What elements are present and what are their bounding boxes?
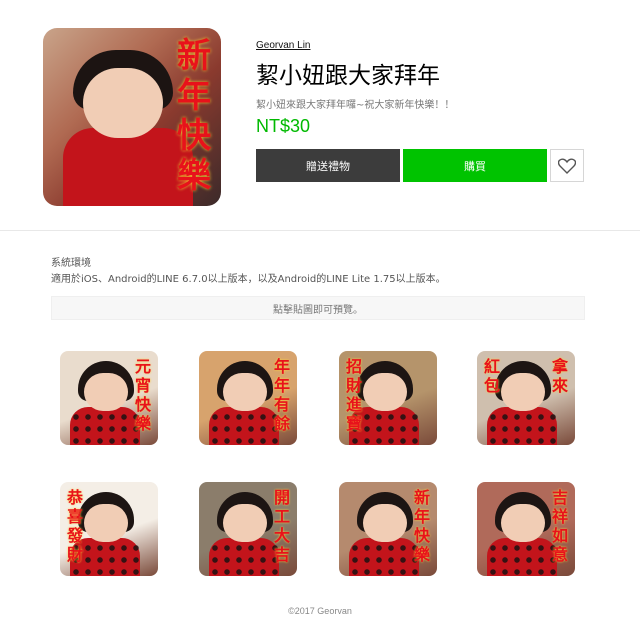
sticker-caption-right: 新年快樂	[413, 488, 430, 564]
sticker-face	[501, 373, 545, 411]
sticker-7[interactable]: 新年快樂	[339, 482, 437, 576]
sticker-face	[363, 504, 407, 542]
product-title: 絜小妞跟大家拜年	[256, 63, 440, 89]
heart-icon	[558, 157, 576, 174]
sticker-face	[84, 504, 128, 542]
sticker-1[interactable]: 元宵快樂	[60, 351, 158, 445]
environment-label: 系統環境	[51, 258, 91, 269]
footer-copyright: ©2017 Georvan	[288, 606, 352, 616]
header-divider	[0, 230, 640, 231]
preview-hint[interactable]: 點擊貼圖即可預覽。	[51, 296, 585, 320]
sticker-caption-left: 恭喜發財	[66, 488, 83, 564]
sticker-dots	[70, 411, 140, 445]
main-image-outfit	[63, 128, 193, 206]
environment-text: 適用於iOS、Android的LINE 6.7.0以上版本，以及Android的…	[51, 274, 446, 285]
favorite-button[interactable]	[550, 149, 584, 182]
sticker-dots	[209, 411, 279, 445]
main-sticker-image: 新年快樂	[43, 28, 221, 206]
author-link[interactable]: Georvan Lin	[256, 40, 310, 51]
sticker-face	[84, 373, 128, 411]
sticker-caption-right: 元宵快樂	[134, 357, 151, 433]
sticker-caption-left: 紅包	[483, 357, 500, 395]
sticker-3[interactable]: 招財進寶	[339, 351, 437, 445]
buy-button[interactable]: 購買	[403, 149, 547, 182]
main-image-calligraphy: 新年快樂	[177, 36, 211, 196]
sticker-caption-right: 年年有餘	[273, 357, 290, 433]
product-description: 絜小妞來跟大家拜年囉~祝大家新年快樂！！	[256, 100, 455, 111]
sticker-caption-left: 招財進寶	[345, 357, 362, 433]
sticker-face	[223, 504, 267, 542]
sticker-caption-right: 吉祥如意	[551, 488, 568, 564]
sticker-4[interactable]: 紅包 拿來	[477, 351, 575, 445]
sticker-caption-right: 拿來	[551, 357, 568, 395]
gift-button[interactable]: 贈送禮物	[256, 149, 400, 182]
sticker-5[interactable]: 恭喜發財	[60, 482, 158, 576]
sticker-dots	[487, 542, 557, 576]
sticker-6[interactable]: 開工大吉	[199, 482, 297, 576]
sticker-dots	[487, 411, 557, 445]
sticker-caption-right: 開工大吉	[273, 488, 290, 564]
sticker-8[interactable]: 吉祥如意	[477, 482, 575, 576]
product-price: NT$30	[256, 116, 311, 136]
sticker-face	[501, 504, 545, 542]
sticker-face	[363, 373, 407, 411]
main-image-face	[83, 68, 163, 138]
sticker-dots	[209, 542, 279, 576]
sticker-face	[223, 373, 267, 411]
product-header: 新年快樂 Georvan Lin 絜小妞跟大家拜年 絜小妞來跟大家拜年囉~祝大家…	[0, 0, 640, 230]
sticker-dots	[349, 542, 419, 576]
sticker-2[interactable]: 年年有餘	[199, 351, 297, 445]
